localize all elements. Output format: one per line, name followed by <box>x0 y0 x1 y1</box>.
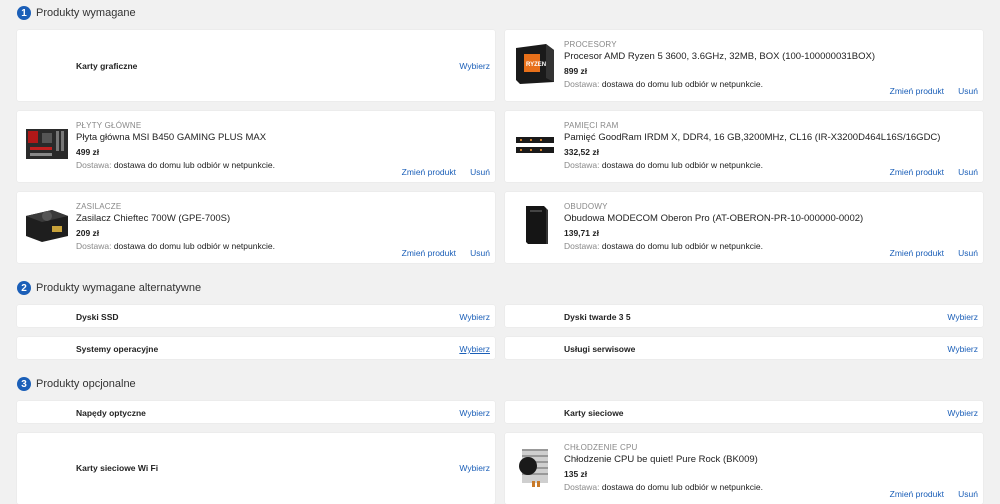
section-required-header: 1 Produkty wymagane <box>17 5 136 21</box>
change-product-button[interactable]: Zmień produkt <box>890 248 944 258</box>
choose-button[interactable]: Wybierz <box>459 312 490 322</box>
section-title: Produkty wymagane alternatywne <box>36 282 202 294</box>
change-product-button[interactable]: Zmień produkt <box>402 167 456 177</box>
product-category: PROCESORY <box>564 40 617 49</box>
product-card-ram: PAMIĘCI RAM Pamięć GoodRam IRDM X, DDR4,… <box>505 111 983 182</box>
choose-button[interactable]: Wybierz <box>947 408 978 418</box>
section-number-badge: 1 <box>17 6 31 20</box>
change-product-button[interactable]: Zmień produkt <box>890 86 944 96</box>
product-category: CHŁODZENIE CPU <box>564 443 638 452</box>
change-product-button[interactable]: Zmień produkt <box>890 489 944 499</box>
slot-card-wifi: Karty sieciowe Wi Fi Wybierz <box>17 433 495 504</box>
slot-card-ssd: Dyski SSD Wybierz <box>17 305 495 327</box>
change-product-button[interactable]: Zmień produkt <box>890 167 944 177</box>
product-price: 139,71 zł <box>564 228 599 238</box>
slot-category-label: Napędy optyczne <box>76 408 146 418</box>
product-card-psu: ZASILACZE Zasilacz Chieftec 700W (GPE-70… <box>17 192 495 263</box>
slot-category-label: Dyski twarde 3 5 <box>564 312 631 322</box>
slot-card-hdd: Dyski twarde 3 5 Wybierz <box>505 305 983 327</box>
product-category: PAMIĘCI RAM <box>564 121 619 130</box>
remove-product-button[interactable]: Usuń <box>958 86 978 96</box>
remove-product-button[interactable]: Usuń <box>470 248 490 258</box>
product-price: 899 zł <box>564 66 588 76</box>
product-card-case: OBUDOWY Obudowa MODECOM Oberon Pro (AT-O… <box>505 192 983 263</box>
remove-product-button[interactable]: Usuń <box>470 167 490 177</box>
product-price: 135 zł <box>564 469 588 479</box>
delivery-info: Dostawa: dostawa do domu lub odbiór w ne… <box>564 160 763 170</box>
product-name[interactable]: Płyta główna MSI B450 GAMING PLUS MAX <box>76 132 275 143</box>
delivery-info: Dostawa: dostawa do domu lub odbiór w ne… <box>564 241 763 251</box>
slot-category-label: Karty sieciowe <box>564 408 624 418</box>
slot-category-label: Karty graficzne <box>76 61 138 71</box>
remove-product-button[interactable]: Usuń <box>958 248 978 258</box>
slot-category-label: Systemy operacyjne <box>76 344 159 354</box>
product-name[interactable]: Procesor AMD Ryzen 5 3600, 3.6GHz, 32MB,… <box>564 51 875 62</box>
slot-card-optical: Napędy optyczne Wybierz <box>17 401 495 423</box>
product-category: OBUDOWY <box>564 202 608 211</box>
slot-card-network: Karty sieciowe Wybierz <box>505 401 983 423</box>
slot-card-service: Usługi serwisowe Wybierz <box>505 337 983 359</box>
product-name[interactable]: Obudowa MODECOM Oberon Pro (AT-OBERON-PR… <box>564 213 863 224</box>
section-optional-header: 3 Produkty opcjonalne <box>17 376 136 392</box>
product-card-cpu: RYZEN PROCESORY Procesor AMD Ryzen 5 360… <box>505 30 983 101</box>
choose-button[interactable]: Wybierz <box>947 312 978 322</box>
product-price: 332,52 zł <box>564 147 599 157</box>
ram-image <box>516 137 554 153</box>
section-number-badge: 3 <box>17 377 31 391</box>
product-card-cooler: CHŁODZENIE CPU Chłodzenie CPU be quiet! … <box>505 433 983 504</box>
motherboard-image <box>26 129 68 159</box>
section-number-badge: 2 <box>17 281 31 295</box>
case-image <box>526 206 548 244</box>
delivery-info: Dostawa: dostawa do domu lub odbiór w ne… <box>564 79 763 89</box>
section-title: Produkty opcjonalne <box>36 378 136 390</box>
choose-button[interactable]: Wybierz <box>459 61 490 71</box>
choose-button[interactable]: Wybierz <box>459 408 490 418</box>
product-category: ZASILACZE <box>76 202 122 211</box>
choose-button[interactable]: Wybierz <box>947 344 978 354</box>
delivery-info: Dostawa: dostawa do domu lub odbiór w ne… <box>76 241 275 251</box>
product-price: 499 zł <box>76 147 100 157</box>
product-name[interactable]: Pamięć GoodRam IRDM X, DDR4, 16 GB,3200M… <box>564 132 940 143</box>
slot-card-gpu: Karty graficzne Wybierz <box>17 30 495 101</box>
cpu-box-image: RYZEN <box>516 44 554 84</box>
product-card-motherboard: PŁYTY GŁÓWNE Płyta główna MSI B450 GAMIN… <box>17 111 495 182</box>
svg-text:RYZEN: RYZEN <box>526 62 546 68</box>
psu-image <box>26 210 68 242</box>
slot-category-label: Karty sieciowe Wi Fi <box>76 463 159 473</box>
cpu-cooler-image <box>519 449 548 487</box>
remove-product-button[interactable]: Usuń <box>958 489 978 499</box>
remove-product-button[interactable]: Usuń <box>958 167 978 177</box>
delivery-info: Dostawa: dostawa do domu lub odbiór w ne… <box>76 160 275 170</box>
slot-category-label: Dyski SSD <box>76 312 119 322</box>
section-alternatives-header: 2 Produkty wymagane alternatywne <box>17 280 201 296</box>
choose-button[interactable]: Wybierz <box>459 463 490 473</box>
change-product-button[interactable]: Zmień produkt <box>402 248 456 258</box>
product-price: 209 zł <box>76 228 100 238</box>
section-title: Produkty wymagane <box>36 7 136 19</box>
slot-category-label: Usługi serwisowe <box>564 344 636 354</box>
product-name[interactable]: Zasilacz Chieftec 700W (GPE-700S) <box>76 213 275 224</box>
product-name[interactable]: Chłodzenie CPU be quiet! Pure Rock (BK00… <box>564 454 763 465</box>
slot-card-os: Systemy operacyjne Wybierz <box>17 337 495 359</box>
product-category: PŁYTY GŁÓWNE <box>76 121 142 130</box>
choose-button[interactable]: Wybierz <box>459 344 490 354</box>
delivery-info: Dostawa: dostawa do domu lub odbiór w ne… <box>564 482 763 492</box>
